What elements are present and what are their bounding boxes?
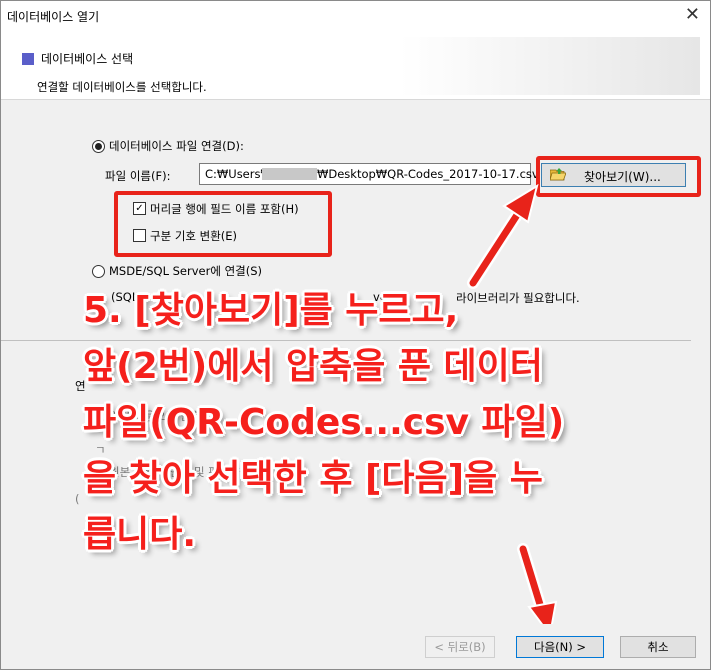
instruction-annotation: 5. [찾아보기]를 누르고, 앞(2번)에서 압축을 푼 데이터 파일(QR-… [83,290,565,555]
open-database-dialog: 데이터베이스 열기 ✕ 데이터베이스 선택 연결할 데이터베이스를 선택합니다.… [0,0,711,670]
cancel-button[interactable]: 취소 [620,636,696,658]
wizard-footer: < 뒤로(B) 다음(N) > 취소 [1,624,710,669]
next-button[interactable]: 다음(N) > [516,636,604,658]
back-button[interactable]: < 뒤로(B) [425,636,495,658]
arrow-to-browse [467,183,539,289]
